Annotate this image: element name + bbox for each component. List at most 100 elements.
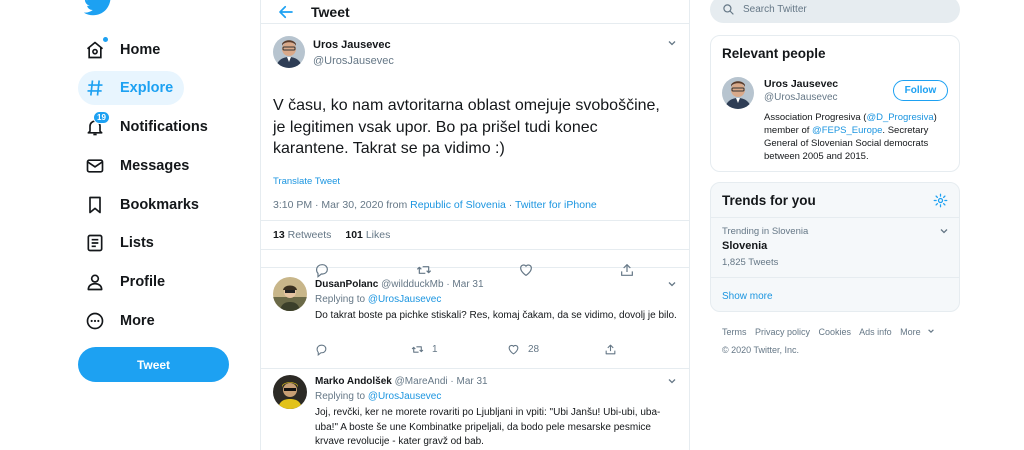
right-column: Relevant people Uros Jausevec @UrosJause… xyxy=(710,0,960,450)
retweet-icon xyxy=(411,346,424,353)
chevron-down-icon[interactable] xyxy=(667,376,677,386)
source-link[interactable]: Twitter for iPhone xyxy=(515,199,597,211)
author-name[interactable]: Uros Jausevec xyxy=(313,37,394,53)
reply-date[interactable]: · Mar 31 xyxy=(448,376,487,387)
twitter-logo-icon[interactable] xyxy=(84,0,114,18)
home-unread-dot xyxy=(103,37,108,42)
follow-button[interactable]: Follow xyxy=(893,80,948,101)
heart-icon xyxy=(508,344,519,355)
reply-author-handle[interactable]: @MareAndi xyxy=(395,376,448,387)
chevron-down-icon[interactable] xyxy=(667,38,677,48)
nav-item-home[interactable]: Home xyxy=(78,33,170,67)
author-handle[interactable]: @UrosJausevec xyxy=(313,53,394,69)
nav-item-notifications[interactable]: 19 Notifications xyxy=(78,110,218,144)
notifications-badge: 19 xyxy=(93,111,110,124)
retweets-stat[interactable]: 13 Retweets xyxy=(273,229,331,241)
nav-label-profile: Profile xyxy=(120,274,166,290)
avatar[interactable] xyxy=(273,375,307,409)
nav-item-lists[interactable]: Lists xyxy=(78,226,164,260)
person-icon xyxy=(84,271,106,293)
footer-cookies-link[interactable]: Cookies xyxy=(819,327,852,337)
bio-mention-link[interactable]: @FEPS_Europe xyxy=(812,125,882,136)
reply-author-name[interactable]: DusanPolanc xyxy=(315,279,378,290)
reply-reply-action[interactable] xyxy=(315,343,328,356)
reply-date[interactable]: · Mar 31 xyxy=(444,279,483,290)
replying-to-link[interactable]: @UrosJausevec xyxy=(368,294,442,305)
retweets-label: Retweets xyxy=(284,229,332,241)
avatar[interactable] xyxy=(722,77,754,109)
nav-label-notifications: Notifications xyxy=(120,119,208,135)
chevron-down-icon[interactable] xyxy=(667,279,677,289)
nav-label-home: Home xyxy=(120,42,161,58)
reply-actions: 1 28 xyxy=(315,343,635,359)
footer-ads-link[interactable]: Ads info xyxy=(859,327,892,337)
translate-tweet-link[interactable]: Translate Tweet xyxy=(273,176,340,187)
share-icon xyxy=(605,344,616,355)
relevant-user-bio: Association Progresiva (@D_Progresiva) m… xyxy=(764,111,949,163)
reply-retweet-count: 1 xyxy=(432,344,438,355)
replying-prefix: Replying to xyxy=(315,391,368,402)
likes-count: 101 xyxy=(345,229,363,241)
footer-more-link[interactable]: More xyxy=(900,327,935,337)
bio-text-1: Association Progresiva ( xyxy=(764,112,867,123)
chevron-down-icon[interactable] xyxy=(939,226,949,236)
footer-terms-link[interactable]: Terms xyxy=(722,327,747,337)
nav-label-explore: Explore xyxy=(120,80,174,96)
main-header: Tweet xyxy=(261,0,689,24)
reply-header: Marko Andolšek @MareAndi · Mar 31 xyxy=(315,376,488,387)
reply-text: Do takrat boste pa pichke stiskali? Res,… xyxy=(315,310,677,321)
location-link[interactable]: Republic of Slovenia xyxy=(410,199,506,211)
replying-to-link[interactable]: @UrosJausevec xyxy=(368,391,442,402)
replying-prefix: Replying to xyxy=(315,294,368,305)
tweet-meta: 3:10 PM · Mar 30, 2020 from Republic of … xyxy=(273,199,597,211)
nav-item-profile[interactable]: Profile xyxy=(78,265,175,299)
bell-icon: 19 xyxy=(84,111,110,138)
tweet-text: V času, ko nam avtoritarna oblast omejuj… xyxy=(273,97,660,157)
trend-count: 1,825 Tweets xyxy=(722,257,779,268)
reply-tweet[interactable]: DusanPolanc @wildduckMb · Mar 31 Replyin… xyxy=(261,269,689,369)
gear-icon[interactable] xyxy=(933,193,948,208)
likes-label: Likes xyxy=(362,229,391,241)
nav-label-more: More xyxy=(120,313,155,329)
search-input[interactable] xyxy=(743,4,943,15)
reply-retweet-action[interactable]: 1 xyxy=(411,343,438,356)
footer-links: Terms Privacy policy Cookies Ads info Mo… xyxy=(722,327,941,337)
relevant-people-title: Relevant people xyxy=(722,46,826,61)
nav-label-messages: Messages xyxy=(120,158,190,174)
nav-label-bookmarks: Bookmarks xyxy=(120,197,199,213)
trend-item[interactable]: Trending in Slovenia Slovenia 1,825 Twee… xyxy=(711,217,959,277)
replying-to: Replying to @UrosJausevec xyxy=(315,294,441,305)
chevron-down-icon xyxy=(927,329,934,334)
tweet-stats: 13 Retweets 101 Likes xyxy=(261,220,689,250)
avatar[interactable] xyxy=(273,277,307,311)
reply-author-name[interactable]: Marko Andolšek xyxy=(315,376,392,387)
show-more-link[interactable]: Show more xyxy=(722,291,773,302)
reply-author-handle[interactable]: @wildduckMb xyxy=(381,279,443,290)
reply-share-action[interactable] xyxy=(604,343,617,356)
relevant-user-handle[interactable]: @UrosJausevec xyxy=(764,91,838,105)
nav-item-bookmarks[interactable]: Bookmarks xyxy=(78,188,209,222)
footer-more-label: More xyxy=(900,327,921,337)
avatar[interactable] xyxy=(273,36,305,68)
relevant-user-name[interactable]: Uros Jausevec xyxy=(764,77,838,91)
home-icon xyxy=(84,37,108,61)
bio-mention-link[interactable]: @D_Progresiva xyxy=(866,112,933,123)
reply-like-count: 28 xyxy=(528,344,540,355)
reply-like-action[interactable]: 28 xyxy=(507,343,539,356)
nav-item-explore[interactable]: Explore xyxy=(78,71,184,105)
nav-item-more[interactable]: More xyxy=(78,304,165,338)
show-more-row[interactable]: Show more xyxy=(711,277,959,311)
reply-text: Joj, revčki, ker ne morete rovariti po L… xyxy=(315,407,661,447)
compose-tweet-button[interactable]: Tweet xyxy=(78,347,229,382)
reply-tweet[interactable]: Marko Andolšek @MareAndi · Mar 31 Replyi… xyxy=(261,369,689,450)
search-bar[interactable] xyxy=(710,0,960,23)
footer-privacy-link[interactable]: Privacy policy xyxy=(755,327,810,337)
envelope-icon xyxy=(84,155,106,177)
likes-stat[interactable]: 101 Likes xyxy=(345,229,390,241)
back-arrow-icon[interactable] xyxy=(277,3,295,21)
nav-item-messages[interactable]: Messages xyxy=(78,149,199,183)
retweets-count: 13 xyxy=(273,229,285,241)
focal-tweet: Uros Jausevec @UrosJausevec V času, ko n… xyxy=(261,24,689,278)
tweet-timestamp[interactable]: 3:10 PM · Mar 30, 2020 from xyxy=(273,199,410,211)
trend-name: Slovenia xyxy=(722,240,768,252)
